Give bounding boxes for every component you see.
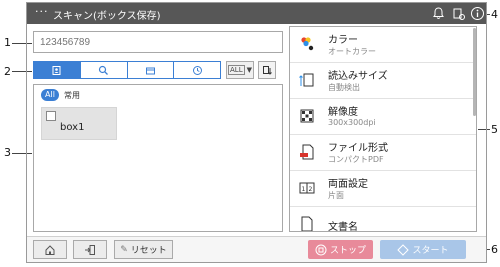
svg-text:2: 2 [309, 186, 313, 193]
reset-label: リセット [130, 246, 167, 256]
callout-6: 6 [491, 243, 498, 256]
setting-resolution-title: 解像度 [328, 107, 358, 118]
start-label: スタート [412, 246, 449, 256]
search-tabs [33, 61, 221, 79]
logout-icon [85, 244, 95, 255]
callout-6-line [487, 249, 490, 250]
setting-color-value: オートカラー [328, 47, 376, 56]
tab-history[interactable] [174, 62, 220, 78]
filter-common[interactable]: 常用 [64, 90, 80, 101]
tab-group[interactable] [128, 62, 175, 78]
svg-text:1: 1 [302, 186, 306, 193]
sort-order-button[interactable] [258, 61, 276, 79]
filter-all[interactable]: All [41, 89, 59, 101]
screen-title: スキャン(ボックス保存) [53, 11, 161, 22]
setting-file-type-title: ファイル形式 [328, 143, 388, 154]
setting-file-type-value: コンパクトPDF [328, 155, 384, 164]
reset-button[interactable]: ✎ リセット [114, 240, 173, 259]
box-list: All 常用 box1 [33, 84, 283, 232]
start-button[interactable]: スタート [380, 240, 466, 259]
setting-document-name[interactable]: 文書名 [290, 207, 476, 232]
box-name: box1 [60, 122, 85, 133]
destination-input[interactable] [33, 31, 283, 53]
home-icon [45, 244, 55, 255]
settings-scrollbar[interactable] [473, 28, 476, 116]
settings-list: カラー オートカラー 読込みサイズ 自動検出 解像度 300x300dpi ファ… [289, 26, 477, 232]
stop-button[interactable]: ストップ [308, 240, 373, 259]
home-button[interactable] [33, 240, 67, 259]
setting-file-type[interactable]: ファイル形式 コンパクトPDF [290, 135, 476, 171]
info-icon[interactable] [470, 6, 485, 21]
box-checkbox[interactable] [46, 111, 56, 121]
setting-color-title: カラー [328, 35, 358, 46]
original-size-icon [298, 71, 316, 89]
group-icon [145, 67, 155, 74]
device-status-icon[interactable] [451, 6, 466, 21]
document-name-icon [298, 215, 316, 231]
callout-3: 3 [4, 146, 11, 159]
tab-search[interactable] [81, 62, 128, 78]
stop-label: ストップ [329, 246, 366, 256]
setting-duplex-title: 両面設定 [328, 179, 368, 190]
duplex-icon: 12 [298, 179, 316, 197]
setting-duplex[interactable]: 12 両面設定 片面 [290, 171, 476, 207]
search-icon [99, 65, 109, 75]
callout-4: 4 [491, 8, 498, 21]
index-select[interactable]: ALL ▼ [226, 61, 254, 79]
setting-original-size-value: 自動検出 [328, 83, 360, 92]
more-dots-icon[interactable]: ··· [35, 5, 49, 18]
setting-original-size[interactable]: 読込みサイズ 自動検出 [290, 63, 476, 99]
history-clock-icon [192, 65, 202, 75]
bell-icon[interactable] [431, 6, 446, 21]
user-box-icon [52, 65, 61, 75]
color-icon [298, 35, 316, 53]
setting-duplex-value: 片面 [328, 191, 344, 200]
setting-resolution-value: 300x300dpi [328, 118, 376, 127]
stop-icon [315, 244, 327, 255]
sort-order-icon [262, 65, 272, 75]
start-icon [397, 243, 410, 256]
setting-resolution[interactable]: 解像度 300x300dpi [290, 99, 476, 135]
callout-4-line [487, 14, 490, 15]
index-select-label: ALL [228, 65, 245, 75]
setting-color[interactable]: カラー オートカラー [290, 27, 476, 63]
reset-icon: ✎ [120, 244, 128, 255]
callout-2: 2 [4, 65, 11, 78]
callout-5: 5 [491, 123, 498, 136]
box-card[interactable]: box1 [41, 107, 117, 140]
logout-button[interactable] [73, 240, 107, 259]
setting-document-name-title: 文書名 [328, 222, 358, 232]
chevron-down-icon: ▼ [246, 66, 252, 74]
setting-original-size-title: 読込みサイズ [328, 71, 388, 82]
file-type-icon [298, 143, 316, 161]
resolution-icon [298, 107, 316, 125]
title-bar: ··· スキャン(ボックス保存) [27, 3, 486, 24]
tab-user-box[interactable] [34, 62, 81, 78]
callout-1: 1 [4, 36, 11, 49]
